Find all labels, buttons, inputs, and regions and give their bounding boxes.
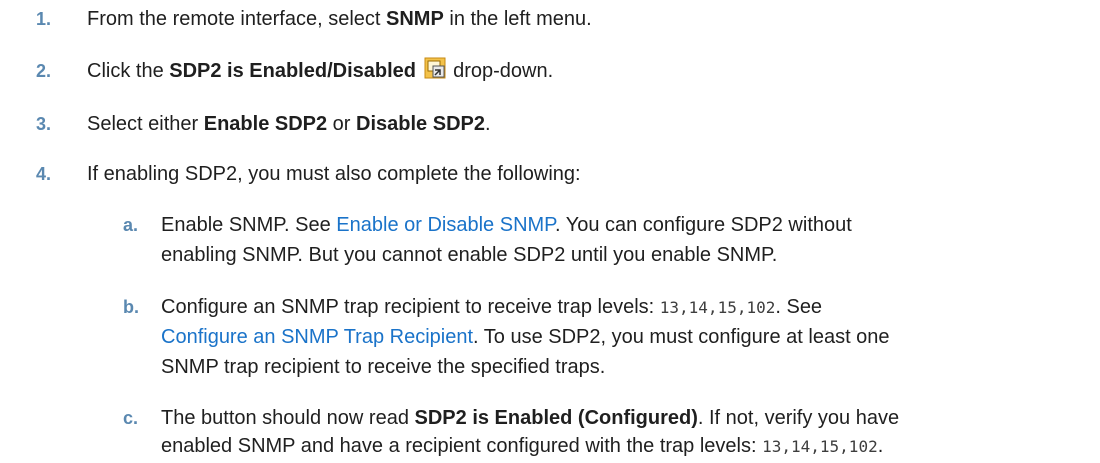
substep-letter: c.	[123, 408, 139, 428]
step-text-part: .	[877, 435, 884, 457]
substep-text: enabled SNMP and have a recipient config…	[161, 430, 883, 463]
step-text-part: From the remote interface, select	[87, 8, 387, 30]
trap-levels-code: 13,14,15,102	[659, 298, 776, 317]
dropdown-icon	[424, 57, 446, 79]
step-text-part: . See	[775, 296, 823, 318]
menu-item-name: SNMP	[386, 8, 444, 30]
substep-text: Configure an SNMP trap recipient to rece…	[161, 291, 822, 324]
trap-levels-code: 13,14,15,102	[762, 437, 878, 456]
step-number: 3.	[36, 114, 52, 134]
option-name: Disable SDP2	[356, 113, 485, 135]
step-text-part: The button should now read	[161, 407, 415, 429]
step-text-part: or	[327, 113, 357, 135]
substep-letter: b.	[123, 297, 139, 317]
button-name: SDP2 is Enabled/Disabled	[169, 60, 416, 82]
step-text-part: Enable SNMP. See	[161, 214, 337, 236]
substep-text: Enable SNMP. See Enable or Disable SNMP.…	[161, 209, 852, 241]
step-text: If enabling SDP2, you must also complete…	[87, 163, 581, 185]
substep-text: Configure an SNMP Trap Recipient. To use…	[161, 321, 890, 353]
step-text-part: drop-down.	[447, 60, 554, 82]
step-text-part: . You can configure SDP2 without	[554, 214, 852, 236]
substep-text: enabling SNMP. But you cannot enable SDP…	[161, 244, 778, 266]
enable-disable-snmp-link[interactable]: Enable or Disable SNMP	[336, 214, 555, 236]
step-text: Click the SDP2 is Enabled/Disabled drop-…	[87, 55, 553, 87]
step-text-part: in the left menu.	[443, 8, 592, 30]
step-number: 1.	[36, 9, 52, 29]
step-text: From the remote interface, select SNMP i…	[87, 3, 592, 35]
step-text-part: . To use SDP2, you must configure at lea…	[473, 326, 890, 348]
substep-letter: a.	[123, 215, 139, 235]
step-number: 4.	[36, 164, 52, 184]
step-text-part: .	[484, 113, 491, 135]
step-text-part: Configure an SNMP trap recipient to rece…	[161, 296, 660, 318]
configure-trap-recipient-link[interactable]: Configure an SNMP Trap Recipient	[161, 326, 473, 348]
step-text-part: Select either	[87, 113, 204, 135]
step-text-part: . If not, verify you have	[697, 407, 900, 429]
step-text-part: Click the	[87, 60, 170, 82]
substep-text: SNMP trap recipient to receive the speci…	[161, 356, 606, 378]
step-text-part: enabled SNMP and have a recipient config…	[161, 435, 763, 457]
step-text: Select either Enable SDP2 or Disable SDP…	[87, 108, 491, 140]
step-number: 2.	[36, 61, 52, 81]
button-state-text: SDP2 is Enabled (Configured)	[414, 407, 698, 429]
option-name: Enable SDP2	[203, 113, 328, 135]
